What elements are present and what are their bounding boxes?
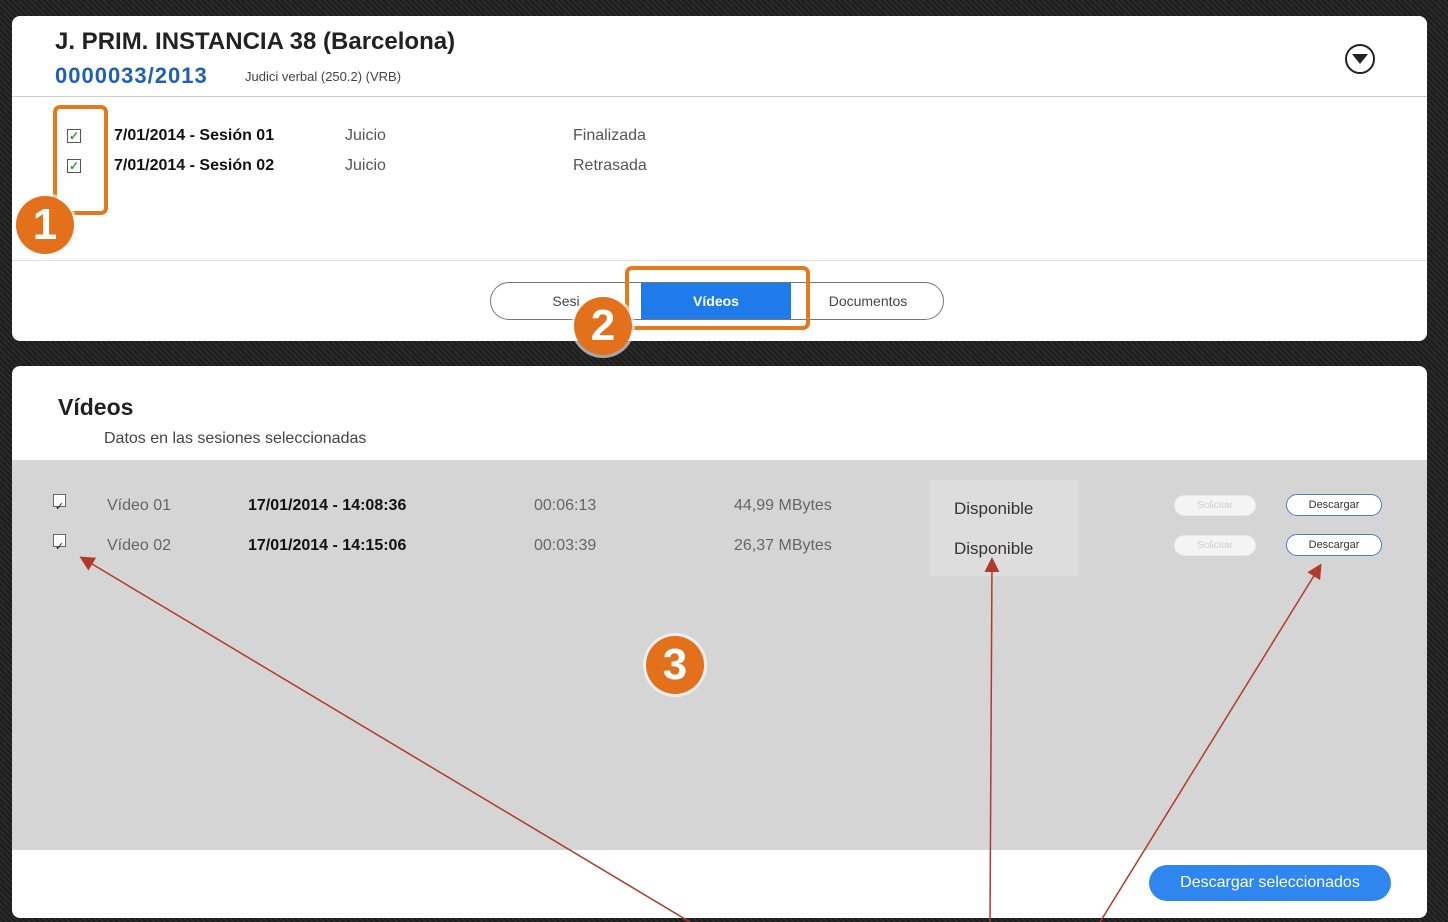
video-checkbox[interactable]: ✓ xyxy=(53,534,66,553)
video-duration: 00:06:13 xyxy=(534,497,597,514)
videos-list: ✓ Vídeo 01 17/01/2014 - 14:08:36 00:06:1… xyxy=(12,460,1427,850)
tab-documentos[interactable]: Documentos xyxy=(791,283,943,319)
video-duration: 00:03:39 xyxy=(534,537,597,554)
callout-badge-2: 2 xyxy=(574,297,632,355)
video-name: Vídeo 02 xyxy=(107,537,172,554)
callout-badge-3: 3 xyxy=(646,636,704,694)
callout-badge-1: 1 xyxy=(16,196,74,254)
video-status: Disponible xyxy=(954,539,1034,558)
divider xyxy=(12,260,1427,261)
request-button[interactable]: Solicitar xyxy=(1174,535,1256,556)
videos-title: Vídeos xyxy=(58,394,134,420)
download-selected-button[interactable]: Descargar seleccionados xyxy=(1149,865,1391,901)
callout-highlight-2 xyxy=(625,266,810,330)
videos-subtitle: Datos en las sesiones seleccionadas xyxy=(104,430,367,447)
session-type: Juicio xyxy=(345,157,386,174)
session-date: 7/01/2014 - Sesión 02 xyxy=(114,157,275,174)
chevron-down-circle-icon[interactable] xyxy=(1345,44,1375,74)
video-checkbox[interactable]: ✓ xyxy=(53,494,66,513)
download-button[interactable]: Descargar xyxy=(1286,494,1382,516)
session-status: Finalizada xyxy=(573,127,646,144)
court-title: J. PRIM. INSTANCIA 38 (Barcelona) xyxy=(55,28,456,55)
request-button[interactable]: Solicitar xyxy=(1174,495,1256,516)
video-datetime: 17/01/2014 - 14:08:36 xyxy=(248,497,407,514)
video-size: 44,99 MBytes xyxy=(734,497,832,514)
table-row: ✓ Vídeo 01 17/01/2014 - 14:08:36 00:06:1… xyxy=(12,494,1427,518)
video-datetime: 17/01/2014 - 14:15:06 xyxy=(248,537,407,554)
divider xyxy=(12,96,1427,97)
download-button[interactable]: Descargar xyxy=(1286,534,1382,556)
video-status: Disponible xyxy=(954,499,1034,518)
videos-panel: Vídeos Datos en las sesiones seleccionad… xyxy=(12,366,1427,918)
session-date: 7/01/2014 - Sesión 01 xyxy=(114,127,275,144)
session-status: Retrasada xyxy=(573,157,647,174)
video-name: Vídeo 01 xyxy=(107,497,172,514)
case-number: 0000033/2013 xyxy=(55,63,208,88)
case-type: Judici verbal (250.2) (VRB) xyxy=(245,69,402,84)
table-row: ✓ Vídeo 02 17/01/2014 - 14:15:06 00:03:3… xyxy=(12,534,1427,558)
video-size: 26,37 MBytes xyxy=(734,537,832,554)
callout-highlight-1 xyxy=(53,105,108,215)
session-type: Juicio xyxy=(345,127,386,144)
